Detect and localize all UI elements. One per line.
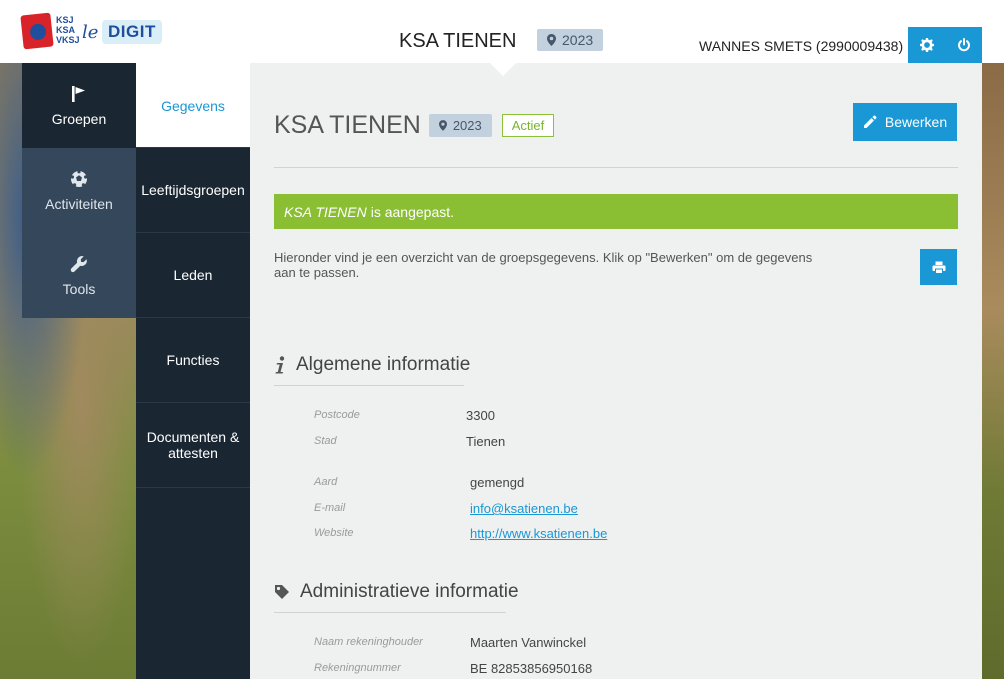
alert-text: is aangepast. xyxy=(370,203,455,220)
print-icon xyxy=(932,261,945,274)
header-group-title: KSA TIENEN xyxy=(399,30,517,52)
website-link[interactable]: http://www.ksatienen.be xyxy=(470,526,607,541)
sub-nav-leden[interactable]: Leden xyxy=(136,233,250,318)
print-button[interactable] xyxy=(920,249,957,285)
success-alert: KSA TIENEN is aangepast. xyxy=(274,194,958,229)
year-badge: 2023 xyxy=(428,114,492,137)
section-admin-heading: Administratieve informatie xyxy=(274,581,519,613)
ksj-ksa-vksj-digit-logo[interactable]: KSJ KSA VKSJ le DIGIT xyxy=(20,12,164,50)
wrench-icon xyxy=(70,255,87,272)
type-value: gemengd xyxy=(470,475,525,490)
flag-icon xyxy=(72,85,85,102)
title-divider xyxy=(274,167,958,168)
city-value: Tienen xyxy=(466,434,506,449)
logo-mark xyxy=(20,12,54,50)
postcode-value: 3300 xyxy=(466,408,495,423)
account-holder-label: Naam rekeninghouder xyxy=(314,636,423,648)
sub-nav-gegevens[interactable]: Gegevens xyxy=(136,63,250,148)
power-icon xyxy=(957,38,970,52)
main-nav-groepen[interactable]: Groepen xyxy=(22,63,136,148)
logout-button[interactable] xyxy=(945,27,982,63)
tag-icon xyxy=(275,585,289,599)
page-title: KSA TIENEN 2023 Actief xyxy=(274,111,555,140)
section-general-rule xyxy=(274,385,464,386)
gear-icon xyxy=(919,38,934,52)
header-year-badge: 2023 xyxy=(537,29,604,51)
section-admin-rule xyxy=(274,612,506,613)
page-title-text: KSA TIENEN xyxy=(274,111,421,139)
edit-button[interactable]: Bewerken xyxy=(853,103,957,141)
settings-button[interactable] xyxy=(908,27,945,63)
email-label: E-mail xyxy=(314,502,346,514)
main-nav-activiteiten[interactable]: Activiteiten xyxy=(22,148,136,233)
main-nav-tools[interactable]: Tools xyxy=(22,233,136,318)
background-photo-right xyxy=(982,63,1004,679)
map-marker-icon xyxy=(547,34,556,46)
football-icon xyxy=(70,169,88,187)
alert-group-name: KSA TIENEN xyxy=(284,203,367,220)
sub-nav-leeftijdsgroepen[interactable]: Leeftijdsgroepen xyxy=(136,148,250,233)
city-label: Stad xyxy=(314,435,337,447)
map-marker-icon xyxy=(438,120,447,131)
info-icon xyxy=(275,356,285,374)
main-nav: Groepen Activiteiten Tools xyxy=(22,63,136,318)
account-number-value: BE 82853856950168 xyxy=(470,661,593,676)
logo-text: KSJ KSA VKSJ xyxy=(56,15,80,45)
website-label: Website xyxy=(314,527,354,539)
user-name[interactable]: WANNES SMETS (2990009438) xyxy=(699,38,903,54)
type-label: Aard xyxy=(314,476,338,488)
postcode-label: Postcode xyxy=(314,409,360,421)
intro-text: Hieronder vind je een overzicht van de g… xyxy=(274,250,813,280)
sub-nav-documenten-attesten[interactable]: Documenten & attesten xyxy=(136,403,250,488)
account-holder-value: Maarten Vanwinckel xyxy=(470,635,587,650)
sub-nav-functies[interactable]: Functies xyxy=(136,318,250,403)
sub-nav: Gegevens Leeftijdsgroepen Leden Functies… xyxy=(136,63,250,679)
header-actions xyxy=(908,27,982,63)
account-number-label: Rekeningnummer xyxy=(314,662,401,674)
section-general-heading: Algemene informatie xyxy=(274,354,470,386)
pencil-icon xyxy=(863,115,877,128)
logo-digit: DIGIT xyxy=(102,20,162,44)
content-panel: KSA TIENEN 2023 Actief Bewerken KSA TIEN… xyxy=(250,63,982,679)
email-link[interactable]: info@ksatienen.be xyxy=(470,501,578,516)
logo-le: le xyxy=(82,22,99,43)
status-badge: Actief xyxy=(501,114,555,137)
header-caret xyxy=(490,63,516,76)
top-header: KSJ KSA VKSJ le DIGIT KSA TIENEN 2023 WA… xyxy=(0,0,1004,63)
